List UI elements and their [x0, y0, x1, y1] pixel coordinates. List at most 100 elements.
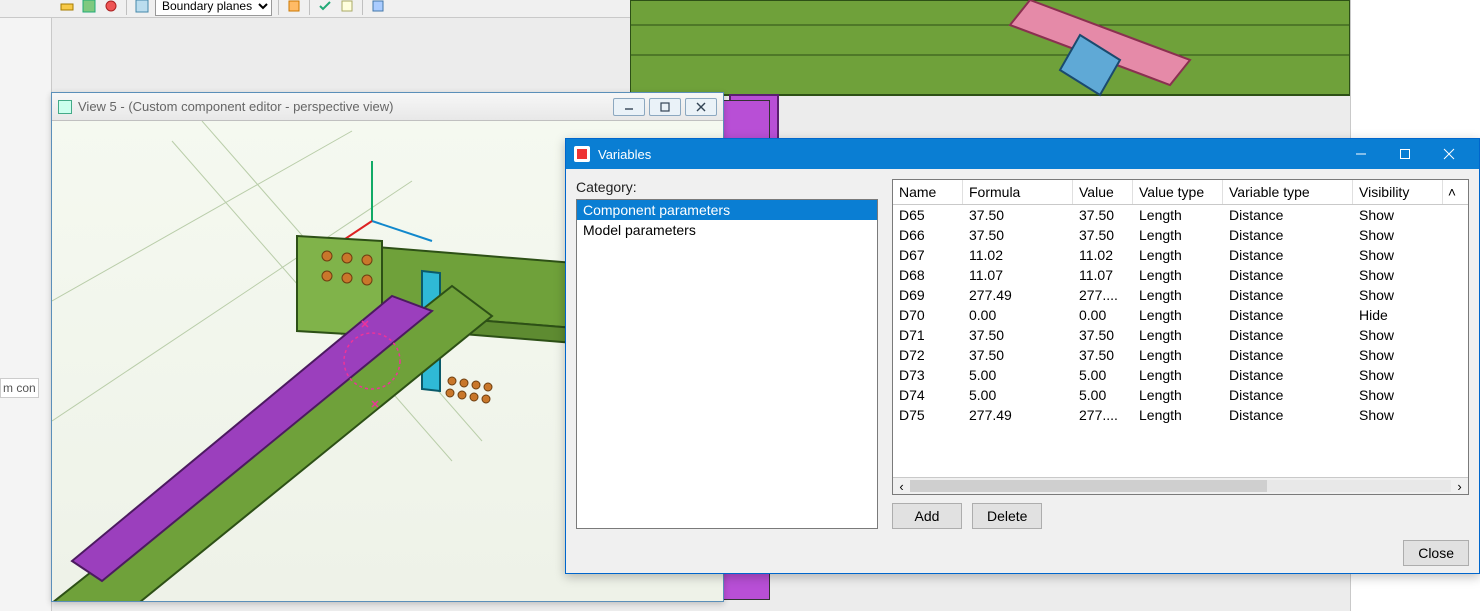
toolbar-separator — [309, 0, 310, 15]
minimize-button[interactable] — [613, 98, 645, 116]
table-row[interactable]: D700.000.00LengthDistanceHide — [893, 305, 1468, 325]
cell-name: D70 — [893, 305, 963, 325]
cell-value: 5.00 — [1073, 365, 1133, 385]
dialog-close-button[interactable] — [1427, 139, 1471, 169]
cell-visibility: Show — [1353, 205, 1443, 225]
table-row[interactable]: D735.005.00LengthDistanceShow — [893, 365, 1468, 385]
cell-name: D65 — [893, 205, 963, 225]
category-list[interactable]: Component parametersModel parameters — [576, 199, 878, 529]
cell-variable-type: Distance — [1223, 205, 1353, 225]
col-formula[interactable]: Formula — [963, 180, 1073, 204]
cell-name: D71 — [893, 325, 963, 345]
table-row[interactable]: D69277.49277....LengthDistanceShow — [893, 285, 1468, 305]
table-row[interactable]: D7237.5037.50LengthDistanceShow — [893, 345, 1468, 365]
cell-name: D72 — [893, 345, 963, 365]
cell-value: 0.00 — [1073, 305, 1133, 325]
col-value-type[interactable]: Value type — [1133, 180, 1223, 204]
variables-dialog: Variables Category: Component parameters… — [565, 138, 1480, 574]
category-label: Category: — [576, 179, 878, 195]
cell-formula: 277.49 — [963, 405, 1073, 425]
cell-variable-type: Distance — [1223, 405, 1353, 425]
view5-title-text: View 5 - (Custom component editor - pers… — [78, 99, 394, 114]
toolbar-separator — [362, 0, 363, 15]
background-left-panel: m con — [0, 18, 52, 611]
scroll-left-icon[interactable]: ‹ — [893, 478, 910, 495]
variables-titlebar[interactable]: Variables — [566, 139, 1479, 169]
cell-formula: 37.50 — [963, 225, 1073, 245]
variables-table: Name Formula Value Value type Variable t… — [892, 179, 1469, 495]
delete-button[interactable]: Delete — [972, 503, 1042, 529]
cell-variable-type: Distance — [1223, 245, 1353, 265]
cell-value: 277.... — [1073, 285, 1133, 305]
cell-variable-type: Distance — [1223, 225, 1353, 245]
toolbar-icon[interactable] — [316, 0, 334, 15]
col-variable-type[interactable]: Variable type — [1223, 180, 1353, 204]
table-row[interactable]: D6637.5037.50LengthDistanceShow — [893, 225, 1468, 245]
cell-value-type: Length — [1133, 345, 1223, 365]
boundary-select[interactable]: Boundary planes — [155, 0, 272, 16]
toolbar-icon[interactable] — [80, 0, 98, 15]
toolbar-icon[interactable] — [285, 0, 303, 15]
table-row[interactable]: D745.005.00LengthDistanceShow — [893, 385, 1468, 405]
dialog-maximize-button[interactable] — [1383, 139, 1427, 169]
scroll-track[interactable] — [910, 480, 1451, 492]
cell-value-type: Length — [1133, 285, 1223, 305]
cell-value: 11.07 — [1073, 265, 1133, 285]
toolbar-separator — [278, 0, 279, 15]
toolbar-icon[interactable] — [133, 0, 151, 15]
cell-visibility: Show — [1353, 265, 1443, 285]
cell-name: D66 — [893, 225, 963, 245]
col-name[interactable]: Name — [893, 180, 963, 204]
category-item[interactable]: Component parameters — [577, 200, 877, 220]
cell-visibility: Show — [1353, 365, 1443, 385]
cell-value: 277.... — [1073, 405, 1133, 425]
dialog-minimize-button[interactable] — [1339, 139, 1383, 169]
cell-value-type: Length — [1133, 225, 1223, 245]
table-body[interactable]: D6537.5037.50LengthDistanceShowD6637.503… — [893, 205, 1468, 477]
cell-value-type: Length — [1133, 405, 1223, 425]
cell-visibility: Show — [1353, 225, 1443, 245]
table-row[interactable]: D6811.0711.07LengthDistanceShow — [893, 265, 1468, 285]
cell-value: 37.50 — [1073, 325, 1133, 345]
cell-value-type: Length — [1133, 205, 1223, 225]
cell-value-type: Length — [1133, 245, 1223, 265]
maximize-button[interactable] — [649, 98, 681, 116]
cell-visibility: Show — [1353, 385, 1443, 405]
cell-value-type: Length — [1133, 365, 1223, 385]
variables-app-icon — [574, 146, 590, 162]
cell-variable-type: Distance — [1223, 265, 1353, 285]
table-header: Name Formula Value Value type Variable t… — [893, 180, 1468, 205]
cell-variable-type: Distance — [1223, 305, 1353, 325]
scroll-thumb[interactable] — [910, 480, 1267, 492]
close-button[interactable]: Close — [1403, 540, 1469, 566]
cell-variable-type: Distance — [1223, 325, 1353, 345]
toolbar-icon[interactable] — [369, 0, 387, 15]
view5-window-icon — [58, 100, 72, 114]
cell-visibility: Show — [1353, 405, 1443, 425]
cell-value: 11.02 — [1073, 245, 1133, 265]
category-item[interactable]: Model parameters — [577, 220, 877, 240]
col-value[interactable]: Value — [1073, 180, 1133, 204]
cell-formula: 37.50 — [963, 325, 1073, 345]
cell-name: D67 — [893, 245, 963, 265]
table-row[interactable]: D6711.0211.02LengthDistanceShow — [893, 245, 1468, 265]
toolbar-icon[interactable] — [102, 0, 120, 15]
toolbar-icon[interactable] — [338, 0, 356, 15]
table-row[interactable]: D75277.49277....LengthDistanceShow — [893, 405, 1468, 425]
toolbar-icon[interactable] — [58, 0, 76, 15]
scroll-up-icon[interactable]: ˄ — [1443, 180, 1461, 204]
horizontal-scrollbar[interactable]: ‹ › — [893, 477, 1468, 494]
view5-titlebar[interactable]: View 5 - (Custom component editor - pers… — [52, 93, 723, 121]
cell-value: 37.50 — [1073, 345, 1133, 365]
cell-name: D75 — [893, 405, 963, 425]
cell-value-type: Length — [1133, 325, 1223, 345]
cell-formula: 37.50 — [963, 345, 1073, 365]
cell-variable-type: Distance — [1223, 285, 1353, 305]
add-button[interactable]: Add — [892, 503, 962, 529]
table-row[interactable]: D6537.5037.50LengthDistanceShow — [893, 205, 1468, 225]
table-row[interactable]: D7137.5037.50LengthDistanceShow — [893, 325, 1468, 345]
col-visibility[interactable]: Visibility — [1353, 180, 1443, 204]
scroll-right-icon[interactable]: › — [1451, 478, 1468, 495]
cell-value-type: Length — [1133, 305, 1223, 325]
close-button[interactable] — [685, 98, 717, 116]
